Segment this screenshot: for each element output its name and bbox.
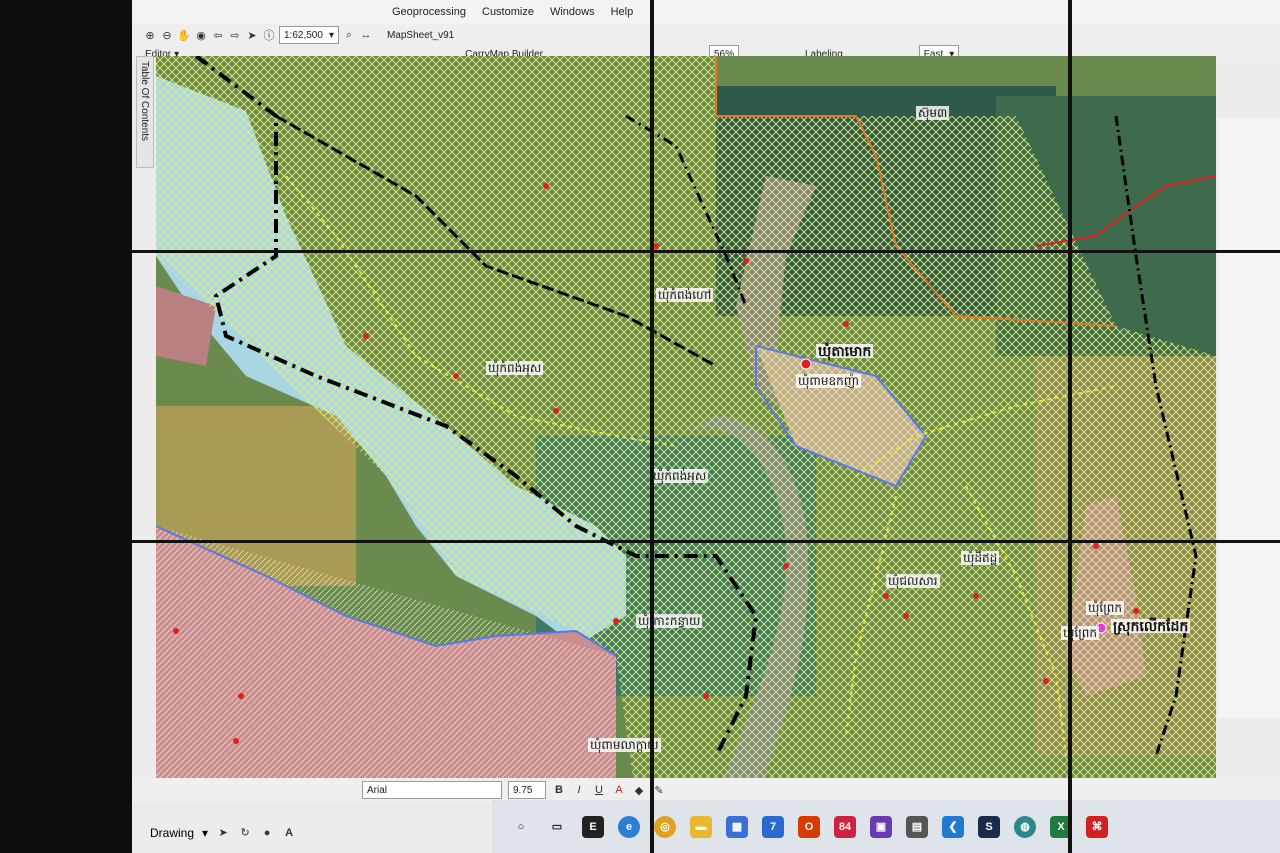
forward-icon[interactable]: ⇨ bbox=[228, 27, 242, 43]
font-size-value: 9.75 bbox=[513, 784, 533, 796]
mail-badge: 7 bbox=[769, 820, 777, 833]
edge-icon[interactable]: e bbox=[618, 815, 640, 838]
bezel-horizontal bbox=[132, 250, 1280, 253]
drawing-menu[interactable]: Drawing bbox=[150, 826, 194, 840]
browser-icon[interactable]: ◍ bbox=[1014, 815, 1036, 838]
marker-icon[interactable]: ● bbox=[260, 825, 274, 841]
text-format-toolbar: Arial 9.75 B I U A ◆ ✎ bbox=[132, 778, 1280, 802]
village-marker bbox=[1133, 608, 1139, 614]
store-icon[interactable]: ▦ bbox=[726, 815, 748, 838]
save-icon[interactable]: ▣ bbox=[870, 815, 892, 838]
measure-icon[interactable]: ↔ bbox=[359, 27, 373, 43]
scale-combo[interactable]: 1:62,500 ▾ bbox=[279, 26, 339, 44]
identify-icon[interactable]: ⓘ bbox=[262, 27, 276, 43]
village-marker bbox=[543, 183, 549, 189]
office-icon[interactable]: O bbox=[798, 815, 820, 838]
map-label-kampong-os: ឃុំកំពង់អុស bbox=[486, 361, 544, 375]
chevron-down-icon: ▾ bbox=[328, 29, 334, 41]
toolbar-tools: ⊕ ⊖ ✋ ◉ ⇦ ⇨ ➤ ⓘ 1:62,500 ▾ ⌕ ↔ MapSheet_v… bbox=[132, 24, 1280, 46]
village-marker bbox=[973, 593, 979, 599]
zoom-out-icon[interactable]: ⊖ bbox=[160, 27, 174, 43]
font-name-combo[interactable]: Arial bbox=[362, 781, 502, 799]
zoom-in-icon[interactable]: ⊕ bbox=[143, 27, 157, 43]
vscode-icon[interactable]: ❮ bbox=[942, 815, 964, 838]
table-of-contents-tab[interactable]: Table Of Contents bbox=[136, 56, 154, 168]
rotate-icon[interactable]: ↻ bbox=[238, 825, 252, 841]
village-marker bbox=[363, 333, 369, 339]
menu-customize[interactable]: Customize bbox=[476, 6, 540, 18]
monitor-screen: Geoprocessing Customize Windows Help ⊕ ⊖… bbox=[132, 0, 1280, 853]
mail-icon[interactable]: 7 bbox=[762, 815, 784, 838]
text-tool-icon[interactable]: A bbox=[282, 825, 296, 841]
font-size-combo[interactable]: 9.75 bbox=[508, 781, 546, 799]
map-label-dei-eth: ឃុំដីឥដ្ឋ bbox=[961, 551, 1000, 565]
village-marker bbox=[173, 628, 179, 634]
map-label-district: ស្រុកលើកដែក bbox=[1111, 618, 1191, 634]
menu-windows[interactable]: Windows bbox=[544, 6, 601, 18]
menu-help[interactable]: Help bbox=[605, 6, 640, 18]
chrome-icon[interactable]: ◎ bbox=[654, 815, 676, 838]
village-marker bbox=[553, 408, 559, 414]
line-color-icon[interactable]: ✎ bbox=[652, 782, 666, 798]
chevron-down-icon: ▾ bbox=[202, 825, 209, 840]
steam-icon[interactable]: S bbox=[978, 815, 1000, 838]
bezel-vertical bbox=[650, 0, 654, 853]
acrobat-icon[interactable]: ⌘ bbox=[1086, 815, 1108, 838]
village-marker bbox=[613, 618, 619, 624]
map-label-ta-mok: ឃុំតាមោក bbox=[816, 343, 874, 359]
village-marker bbox=[743, 258, 749, 264]
village-marker bbox=[233, 738, 239, 744]
village-marker bbox=[783, 563, 789, 569]
binoculars-icon[interactable]: ⌕ bbox=[342, 27, 356, 43]
app-icon[interactable]: 84 bbox=[834, 815, 856, 838]
globe-icon[interactable]: ◉ bbox=[194, 27, 208, 43]
village-marker bbox=[883, 593, 889, 599]
village-marker bbox=[1043, 678, 1049, 684]
red-badge: 84 bbox=[838, 820, 852, 833]
font-color-icon[interactable]: A bbox=[612, 782, 626, 798]
select-elements-icon[interactable]: ➤ bbox=[216, 825, 230, 841]
village-marker bbox=[453, 373, 459, 379]
scale-value: 1:62,500 bbox=[284, 29, 323, 41]
village-marker bbox=[703, 693, 709, 699]
map-label-sum: ស៊ុម៣ bbox=[916, 106, 950, 120]
toc-label: Table Of Contents bbox=[139, 61, 150, 142]
menu-bar: Geoprocessing Customize Windows Help bbox=[132, 0, 1280, 24]
menu-geoprocessing[interactable]: Geoprocessing bbox=[386, 6, 472, 18]
village-marker bbox=[843, 321, 849, 327]
map-label-preaek-2: ឃុំព្រែក bbox=[1061, 626, 1100, 640]
map-label-chol-sar: ឃុំជលសារ bbox=[886, 574, 940, 588]
village-marker bbox=[1093, 543, 1099, 549]
file-explorer-icon[interactable]: ▬ bbox=[690, 815, 712, 838]
map-view[interactable]: ឃុំកំពង់ហៅ ឃុំកំពង់អុស ឃុំតាមោក ឃុំពាមឧក… bbox=[156, 56, 1216, 798]
epic-games-icon[interactable]: E bbox=[582, 815, 604, 838]
district-capital-marker bbox=[800, 358, 812, 370]
map-label-peam-okhna: ឃុំពាមឧកញ៉ា bbox=[796, 374, 861, 388]
windows-taskbar: ○ ▭ E e ◎ ▬ ▦ 7 O 84 ▣ ▤ ❮ S ◍ X ⌘ bbox=[492, 800, 1280, 853]
back-icon[interactable]: ⇦ bbox=[211, 27, 225, 43]
mapsheet-label[interactable]: MapSheet_v91 bbox=[387, 30, 454, 41]
village-marker bbox=[238, 693, 244, 699]
map-canvas bbox=[156, 56, 1216, 798]
pan-icon[interactable]: ✋ bbox=[177, 27, 191, 43]
fill-color-icon[interactable]: ◆ bbox=[632, 782, 646, 798]
map-label-kampong-os-2: ឃុំកំពង់អុស bbox=[651, 469, 709, 483]
bold-button[interactable]: B bbox=[552, 782, 566, 798]
right-panel bbox=[1218, 118, 1280, 718]
calculator-icon[interactable]: ▤ bbox=[906, 815, 928, 838]
task-view-icon[interactable]: ▭ bbox=[546, 816, 568, 838]
select-arrow-icon[interactable]: ➤ bbox=[245, 27, 259, 43]
search-icon[interactable]: ○ bbox=[510, 816, 532, 838]
map-label-kampong-hav: ឃុំកំពង់ហៅ bbox=[656, 288, 714, 302]
map-label-koh-kanthay: ឃុំកោះកន្ធាយ bbox=[636, 614, 703, 628]
underline-button[interactable]: U bbox=[592, 782, 606, 798]
bezel-vertical bbox=[1068, 0, 1072, 853]
map-label-preaek: ឃុំព្រែក bbox=[1086, 601, 1125, 615]
bezel-horizontal bbox=[132, 540, 1280, 543]
village-marker bbox=[903, 613, 909, 619]
italic-button[interactable]: I bbox=[572, 782, 586, 798]
font-name-value: Arial bbox=[367, 784, 388, 796]
